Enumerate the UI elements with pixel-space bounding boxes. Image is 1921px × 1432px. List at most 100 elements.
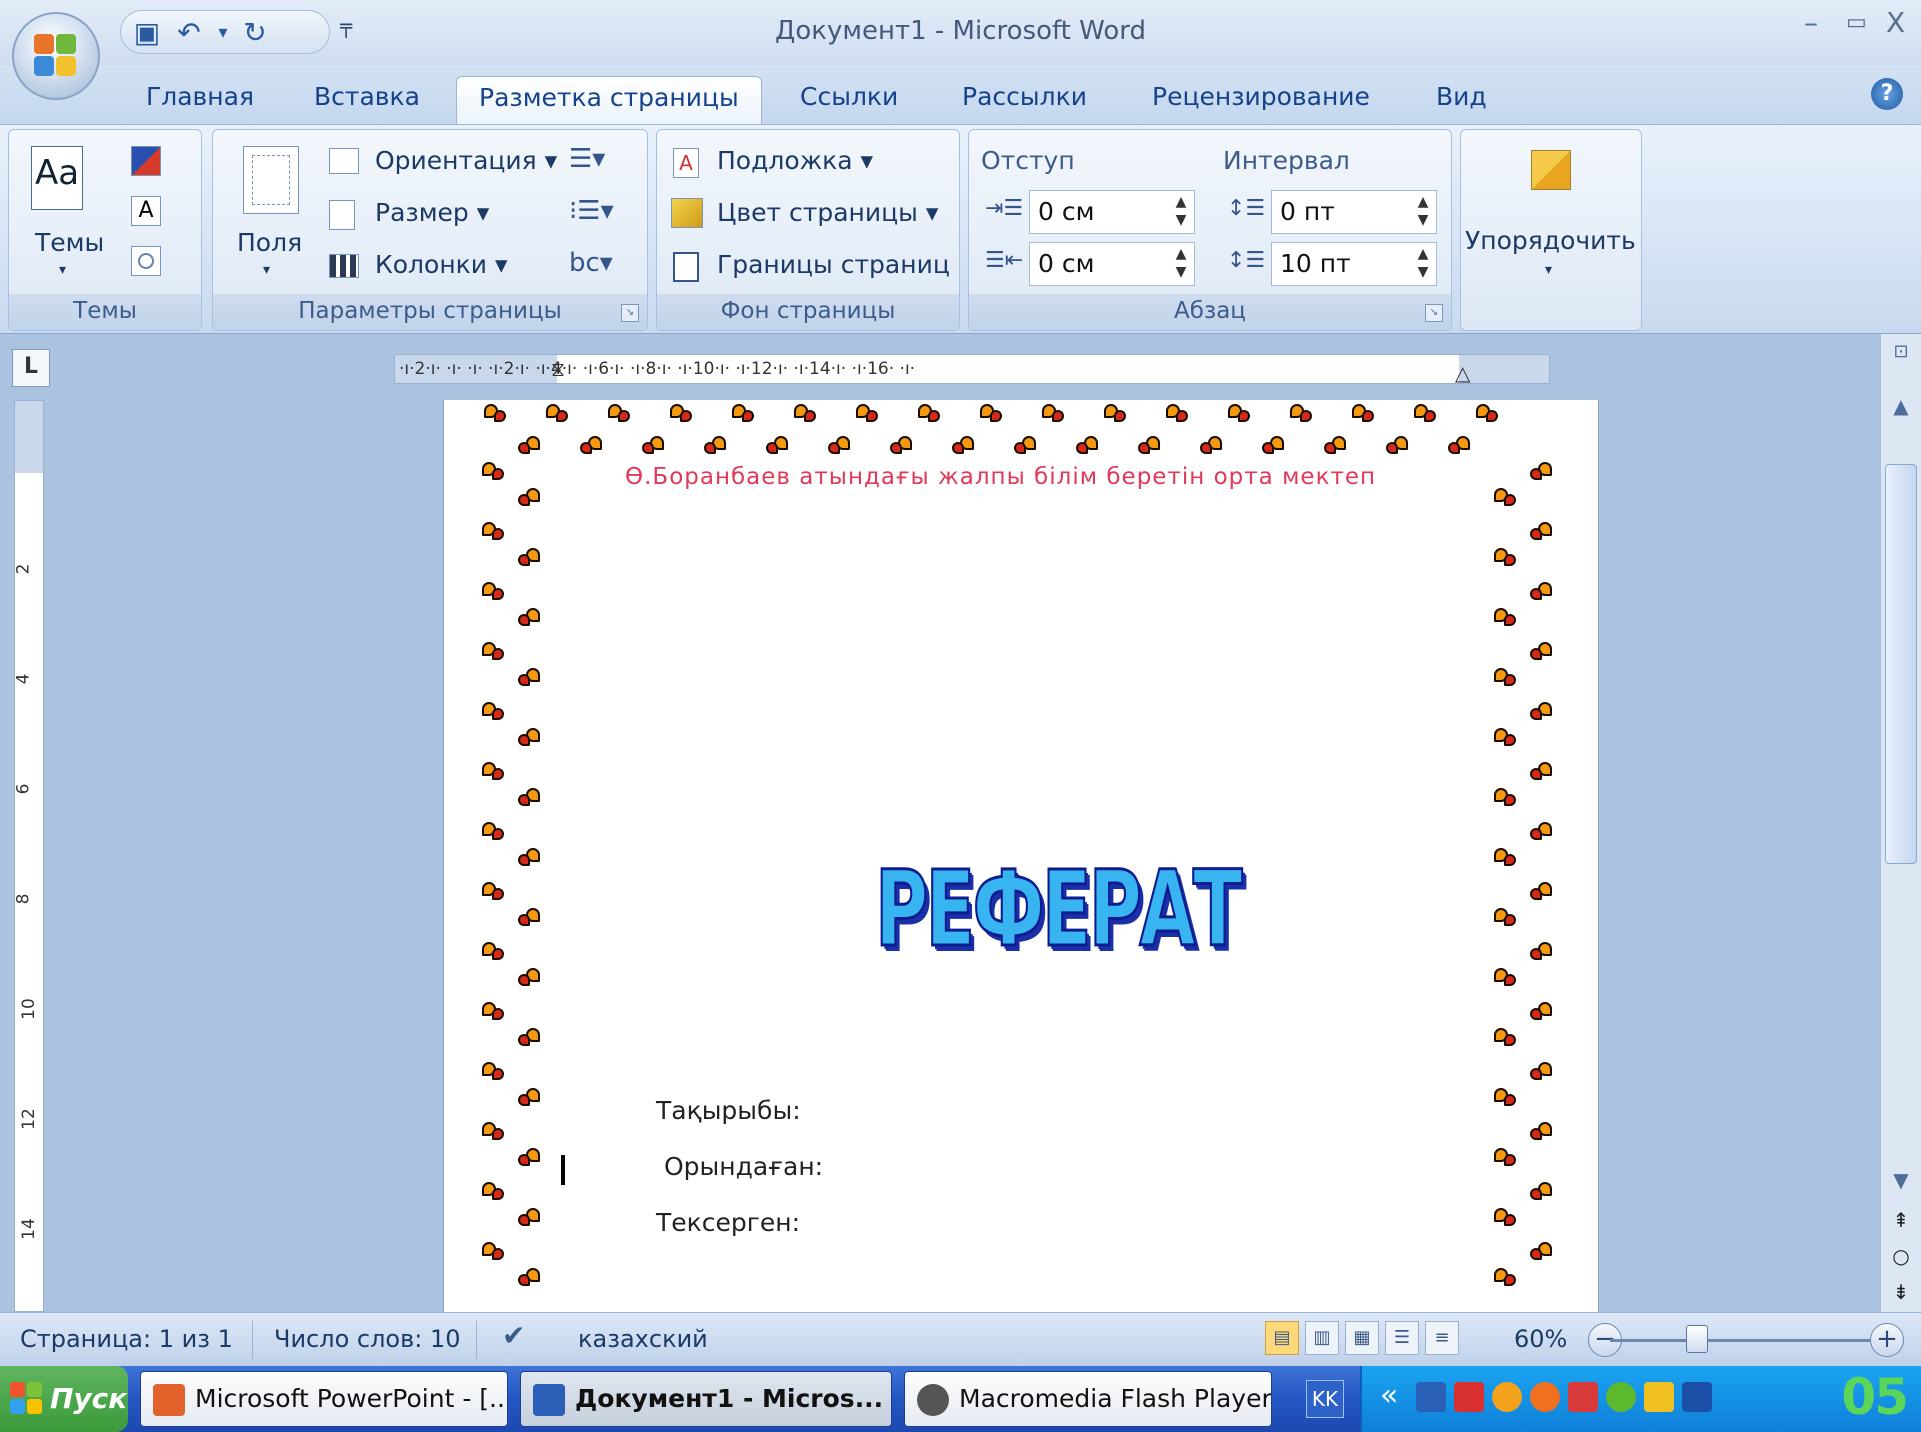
full-screen-reading-icon[interactable]: ▥: [1305, 1321, 1339, 1355]
themes-button[interactable]: Темы: [35, 228, 104, 257]
spacing-before-spinner[interactable]: ▲ ▼: [1412, 193, 1434, 231]
butterfly-border-icon: [1526, 820, 1552, 842]
indent-right-input[interactable]: 0 см ▲ ▼: [1029, 242, 1195, 286]
scroll-down-icon[interactable]: ▼: [1885, 1164, 1917, 1196]
themes-icon[interactable]: Aa: [31, 146, 83, 210]
theme-effects-icon[interactable]: [131, 246, 161, 276]
web-layout-icon[interactable]: ▦: [1345, 1321, 1379, 1355]
themes-group-label: Темы: [9, 294, 201, 330]
tab-home[interactable]: Главная: [146, 76, 254, 126]
language-indicator[interactable]: KK: [1306, 1380, 1344, 1418]
next-page-icon[interactable]: ⇟: [1885, 1276, 1917, 1308]
theme-fonts-icon[interactable]: A: [131, 196, 161, 226]
page-setup-launcher-icon[interactable]: ↘: [621, 304, 639, 322]
tray-expand-icon[interactable]: «: [1380, 1378, 1398, 1413]
right-indent-marker[interactable]: △: [1455, 359, 1470, 383]
first-line-indent-marker[interactable]: ⧖: [551, 355, 565, 383]
antivirus-icon[interactable]: [1454, 1382, 1484, 1412]
indent-left-input[interactable]: 0 см ▲ ▼: [1029, 190, 1195, 234]
select-browse-object-icon[interactable]: ○: [1885, 1240, 1917, 1272]
help-icon[interactable]: ?: [1871, 78, 1903, 110]
tab-page-layout[interactable]: Разметка страницы: [456, 76, 762, 126]
indent-left-spinner[interactable]: ▲ ▼: [1170, 193, 1192, 231]
page-count-status[interactable]: Страница: 1 из 1: [20, 1325, 233, 1353]
restore-button[interactable]: ▭: [1846, 10, 1867, 35]
butterfly-border-icon: [482, 700, 508, 722]
vertical-ruler[interactable]: 2 4 6 8 10 12 14: [13, 400, 44, 1312]
tab-insert[interactable]: Вставка: [314, 76, 420, 126]
margins-icon[interactable]: [243, 146, 299, 214]
tab-view[interactable]: Вид: [1436, 76, 1487, 126]
previous-page-icon[interactable]: ⇞: [1885, 1204, 1917, 1236]
spacing-before-input[interactable]: 0 пт ▲ ▼: [1271, 190, 1437, 234]
start-button[interactable]: Пуск: [0, 1366, 128, 1432]
vertical-scrollbar[interactable]: ⊡ ▲ ▼ ⇞ ○ ⇟: [1880, 334, 1921, 1312]
page-borders-button[interactable]: Границы страниц: [717, 250, 950, 279]
word-count-status[interactable]: Число слов: 10: [274, 1325, 461, 1353]
zoom-level[interactable]: 60%: [1514, 1325, 1567, 1353]
vruler-2: 2: [13, 563, 34, 575]
tab-selector[interactable]: L: [12, 349, 50, 387]
scroll-up-icon[interactable]: ▲: [1885, 390, 1917, 422]
size-button[interactable]: Размер ▾: [375, 198, 489, 227]
tray-bug-icon[interactable]: [1606, 1382, 1636, 1412]
line-numbers-icon[interactable]: ⁝☰▾: [569, 196, 614, 226]
tab-references[interactable]: Ссылки: [800, 76, 898, 126]
spacing-after-spinner[interactable]: ▲ ▼: [1412, 245, 1434, 283]
minimize-button[interactable]: –: [1804, 6, 1818, 39]
security-icon[interactable]: [1530, 1382, 1560, 1412]
update-icon[interactable]: [1568, 1382, 1598, 1412]
horizontal-ruler[interactable]: ·ı·2·ı· ·ı· ·ı· ·ı·2·ı· ·ı·4·ı· ·ı·6·ı· …: [394, 354, 1550, 384]
wordart-title[interactable]: РЕФЕРАТ: [874, 847, 1244, 972]
office-button[interactable]: [12, 12, 100, 100]
spacing-after-input[interactable]: 10 пт ▲ ▼: [1271, 242, 1437, 286]
columns-button[interactable]: Колонки ▾: [375, 250, 508, 279]
taskbar-item-word[interactable]: Документ1 - Micros...: [520, 1371, 892, 1427]
watermark-button[interactable]: Подложка ▾: [717, 146, 873, 175]
margins-dropdown-icon[interactable]: ▾: [263, 262, 270, 278]
language-status[interactable]: казахский: [578, 1325, 708, 1353]
topic-label[interactable]: Тақырыбы:: [656, 1096, 801, 1125]
tray-app-icon[interactable]: [1492, 1382, 1522, 1412]
tab-mailings[interactable]: Рассылки: [962, 76, 1087, 126]
ruler-toggle-icon[interactable]: ⊡: [1885, 336, 1917, 368]
zoom-slider-thumb[interactable]: [1686, 1325, 1708, 1353]
paragraph-launcher-icon[interactable]: ↘: [1425, 304, 1443, 322]
arrange-button[interactable]: Упорядочить: [1465, 226, 1636, 255]
orientation-button[interactable]: Ориентация ▾: [375, 146, 557, 175]
indent-right-spinner[interactable]: ▲ ▼: [1170, 245, 1192, 283]
butterfly-border-icon: [482, 580, 508, 602]
taskbar-item-flash[interactable]: Macromedia Flash Player 7: [904, 1371, 1272, 1427]
margins-button[interactable]: Поля: [237, 228, 302, 257]
network-icon[interactable]: [1416, 1382, 1446, 1412]
hyphenation-icon[interactable]: bc▾: [569, 248, 613, 278]
outline-icon[interactable]: ☰: [1385, 1321, 1419, 1355]
zoom-in-icon[interactable]: +: [1870, 1323, 1904, 1357]
taskbar-item-powerpoint[interactable]: Microsoft PowerPoint - [...: [140, 1371, 508, 1427]
checker-label[interactable]: Тексерген:: [656, 1208, 800, 1237]
butterfly-border-icon: [856, 402, 882, 424]
butterfly-border-icon: [794, 402, 820, 424]
page-color-button[interactable]: Цвет страницы ▾: [717, 198, 938, 227]
draft-icon[interactable]: ≡: [1425, 1321, 1459, 1355]
themes-dropdown-icon[interactable]: ▾: [59, 262, 66, 278]
author-label[interactable]: Орындаған:: [664, 1152, 823, 1181]
tab-review[interactable]: Рецензирование: [1152, 76, 1370, 126]
arrange-group[interactable]: Упорядочить ▾: [1460, 129, 1642, 331]
tray-monitor-icon[interactable]: [1682, 1382, 1712, 1412]
butterfly-border-icon: [700, 434, 726, 456]
tray-folder-icon[interactable]: [1644, 1382, 1674, 1412]
clock[interactable]: 05: [1841, 1368, 1909, 1426]
school-name-text[interactable]: Ө.Боранбаев атындағы жалпы білім беретін…: [625, 464, 1376, 490]
butterfly-border-icon: [1494, 1146, 1520, 1168]
scroll-thumb[interactable]: [1885, 464, 1917, 864]
indent-label: Отступ: [981, 146, 1075, 175]
columns-label: Колонки: [375, 250, 488, 279]
breaks-icon[interactable]: ☰▾: [569, 144, 605, 174]
close-button[interactable]: X: [1886, 6, 1905, 39]
arrange-dropdown-icon[interactable]: ▾: [1545, 262, 1552, 278]
zoom-slider[interactable]: [1610, 1339, 1870, 1342]
theme-colors-icon[interactable]: [131, 146, 161, 176]
proofing-icon[interactable]: ✔: [502, 1319, 525, 1352]
print-layout-icon[interactable]: ▤: [1265, 1321, 1299, 1355]
